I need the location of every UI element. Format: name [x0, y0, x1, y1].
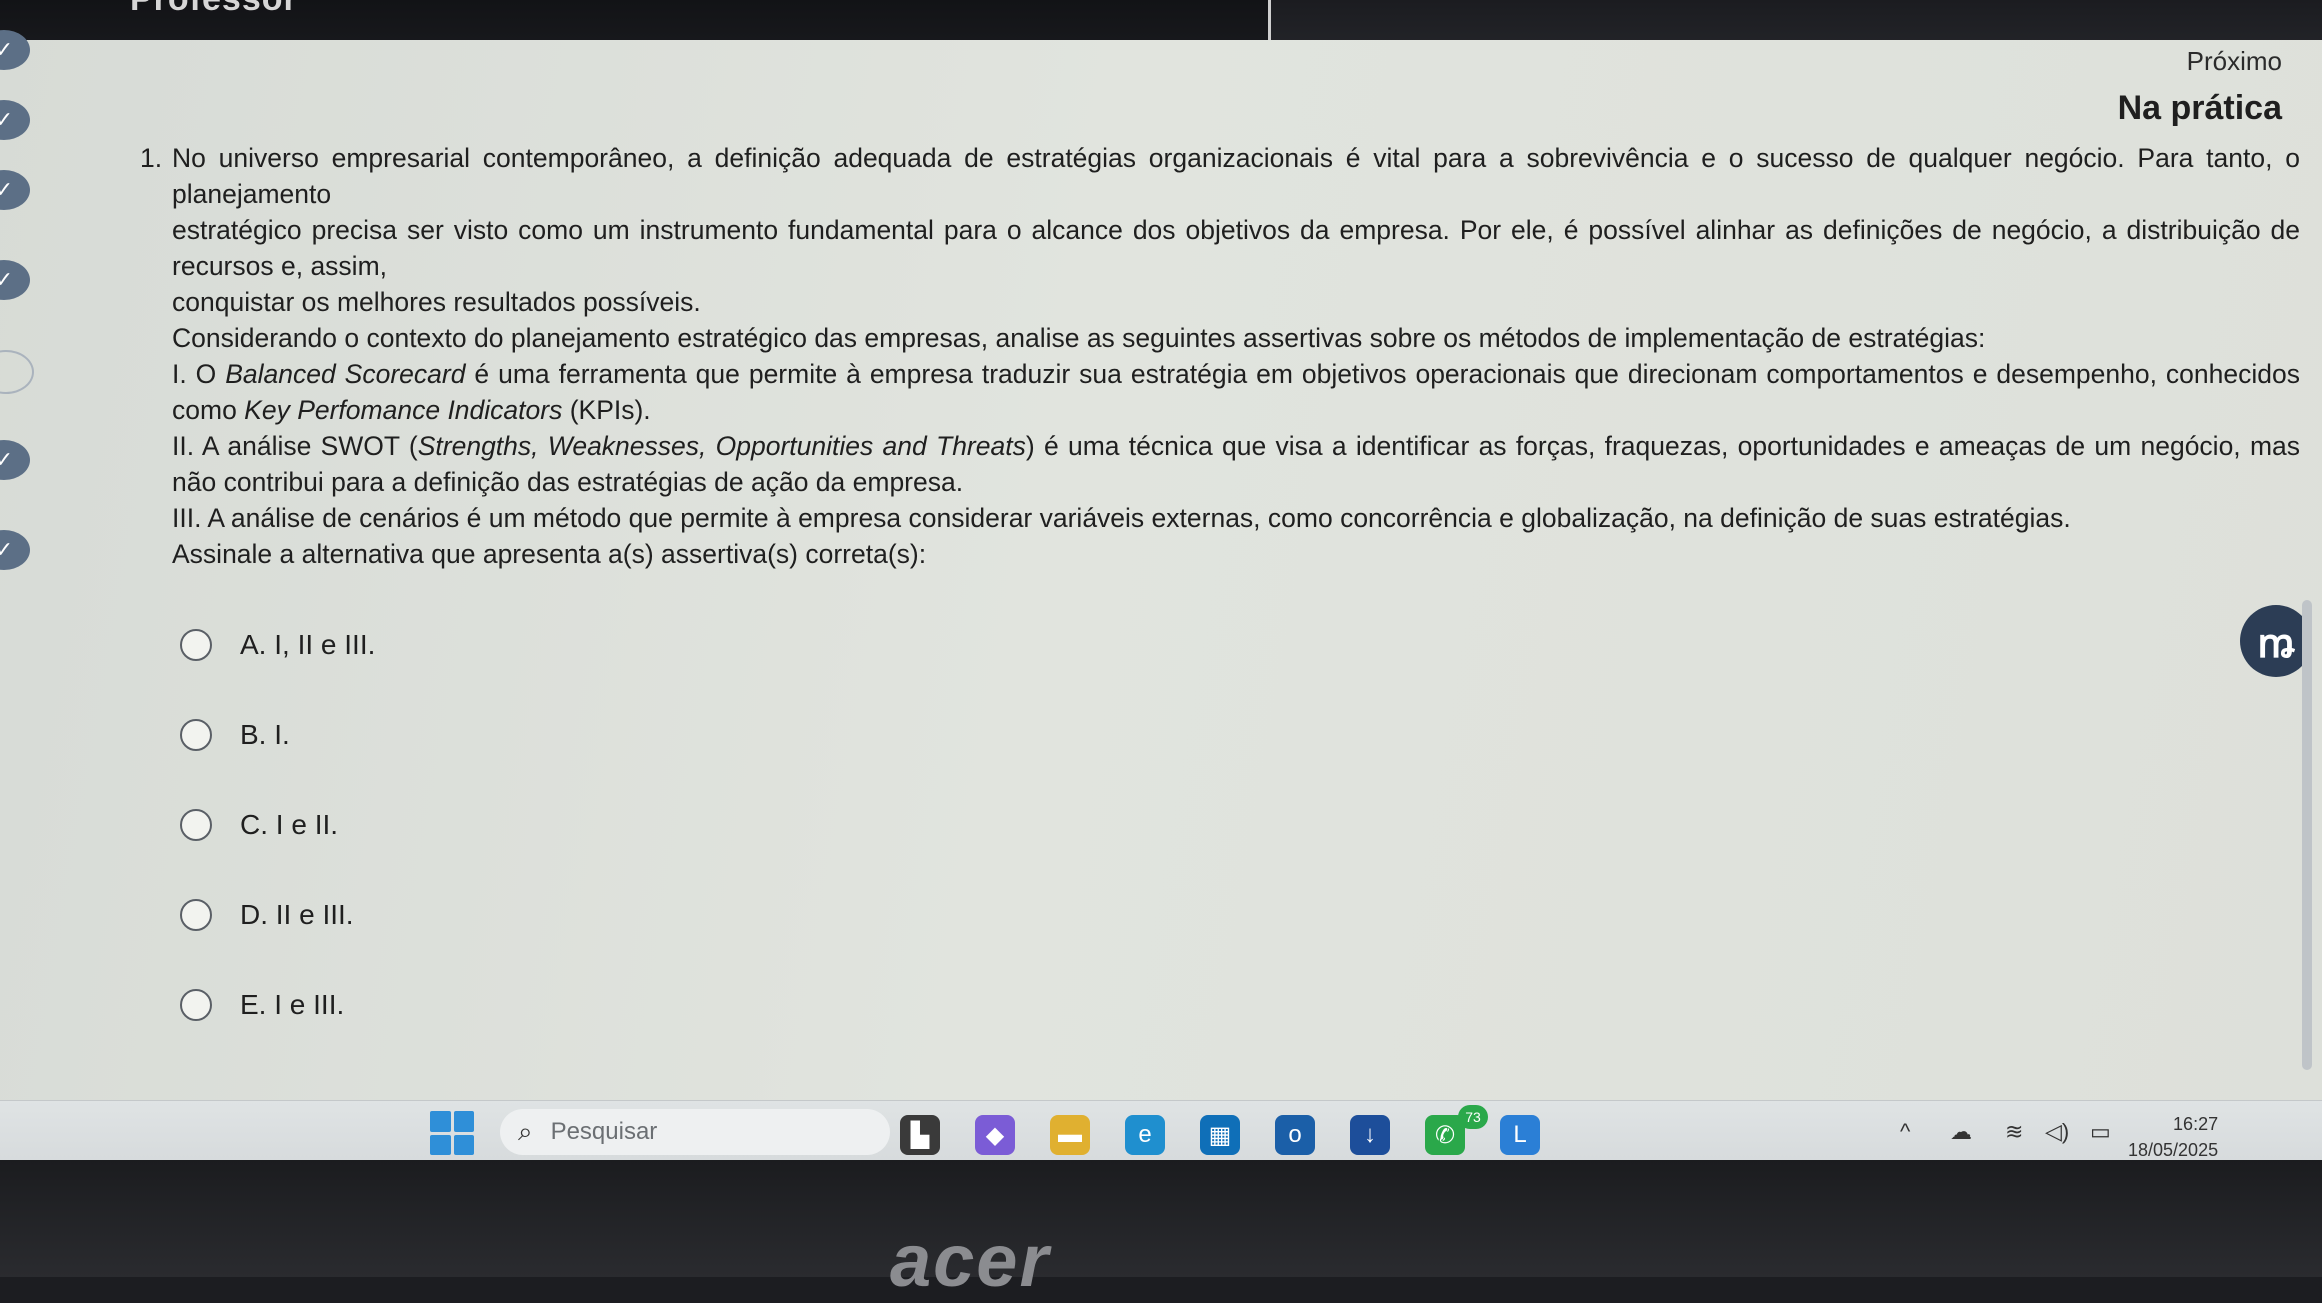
radio-button[interactable]	[180, 899, 212, 931]
answer-options: A. I, II e III. B. I. C. I e II. D. II e…	[180, 600, 375, 1050]
taskbar-search[interactable]: ⌕ Pesquisar	[500, 1109, 890, 1155]
volume-icon[interactable]: ◁)	[2045, 1119, 2069, 1145]
monitor-bezel	[0, 1160, 2322, 1277]
taskbar-clock[interactable]: 16:27 18/05/2025	[2128, 1111, 2218, 1163]
check-icon[interactable]: ✓	[0, 170, 30, 210]
search-icon: ⌕	[518, 1116, 533, 1146]
radio-button[interactable]	[180, 989, 212, 1021]
option-e[interactable]: E. I e III.	[180, 960, 375, 1050]
option-c[interactable]: C. I e II.	[180, 780, 375, 870]
option-label: A. I, II e III.	[240, 629, 376, 660]
question-text: conquistar os melhores resultados possív…	[172, 287, 701, 317]
option-label: E. I e III.	[240, 989, 345, 1020]
battery-icon[interactable]: ▭	[2090, 1119, 2111, 1145]
outlook-icon[interactable]: o	[1275, 1115, 1315, 1155]
section-title: Na prática	[2117, 89, 2282, 127]
store-icon[interactable]: ▦	[1200, 1115, 1240, 1155]
radio-button[interactable]	[180, 719, 212, 751]
wifi-icon[interactable]: ≋	[2005, 1119, 2023, 1145]
check-icon[interactable]: ✓	[0, 440, 30, 480]
progress-rail: ✓ ✓ ✓ ✓ ✓ ✓	[0, 30, 80, 720]
question-block: 1. No universo empresarial contemporâneo…	[140, 140, 2300, 572]
question-text: No universo empresarial contemporâneo, a…	[172, 143, 2300, 209]
windows-start-icon[interactable]	[430, 1111, 474, 1155]
notification-badge: 73	[1458, 1105, 1488, 1129]
question-text: estratégico precisa ser visto como um in…	[172, 215, 2300, 281]
option-label: C. I e II.	[240, 809, 339, 840]
download-icon[interactable]: ↓	[1350, 1115, 1390, 1155]
option-b[interactable]: B. I.	[180, 690, 375, 780]
question-number: 1.	[140, 143, 163, 173]
check-icon[interactable]: ✓	[0, 530, 30, 570]
brand-logo: acer	[890, 1219, 1051, 1302]
option-d[interactable]: D. II e III.	[180, 870, 375, 960]
copilot-icon[interactable]: ◆	[975, 1115, 1015, 1155]
chevron-up-icon[interactable]: ^	[1900, 1119, 1910, 1145]
check-icon[interactable]: ✓	[0, 260, 30, 300]
question-prompt: Assinale a alternativa que apresenta a(s…	[172, 539, 927, 569]
edge-icon[interactable]: e	[1125, 1115, 1165, 1155]
nav-top: Próximo Na prática	[2118, 40, 2282, 128]
radio-button[interactable]	[180, 809, 212, 841]
assertion-3: III. A análise de cenários é um método q…	[172, 503, 2071, 533]
empty-step-icon[interactable]	[0, 350, 34, 394]
app-icon[interactable]: L	[1500, 1115, 1540, 1155]
option-label: B. I.	[240, 719, 290, 750]
time-text: 16:27	[2173, 1114, 2219, 1134]
assertion-2: II. A análise SWOT (Strengths, Weaknesse…	[172, 431, 2301, 497]
check-icon[interactable]: ✓	[0, 100, 30, 140]
cloud-icon[interactable]: ☁	[1950, 1119, 1972, 1145]
option-a[interactable]: A. I, II e III.	[180, 600, 375, 690]
question-text: Considerando o contexto do planejamento …	[172, 323, 1986, 353]
task-view-icon[interactable]: ▙	[900, 1115, 940, 1155]
option-label: D. II e III.	[240, 899, 354, 930]
top-title: Professor	[130, 0, 298, 19]
scrollbar[interactable]	[2302, 600, 2312, 1070]
assertion-1: I. O Balanced Scorecard é uma ferramenta…	[172, 359, 2300, 425]
file-explorer-icon[interactable]: ▬	[1050, 1115, 1090, 1155]
lesson-screen: ✓ ✓ ✓ ✓ ✓ ✓ Próximo Na prática 1. No uni…	[0, 30, 2322, 1160]
radio-button[interactable]	[180, 629, 212, 661]
search-placeholder: Pesquisar	[550, 1118, 658, 1145]
next-link[interactable]: Próximo	[2118, 46, 2282, 77]
